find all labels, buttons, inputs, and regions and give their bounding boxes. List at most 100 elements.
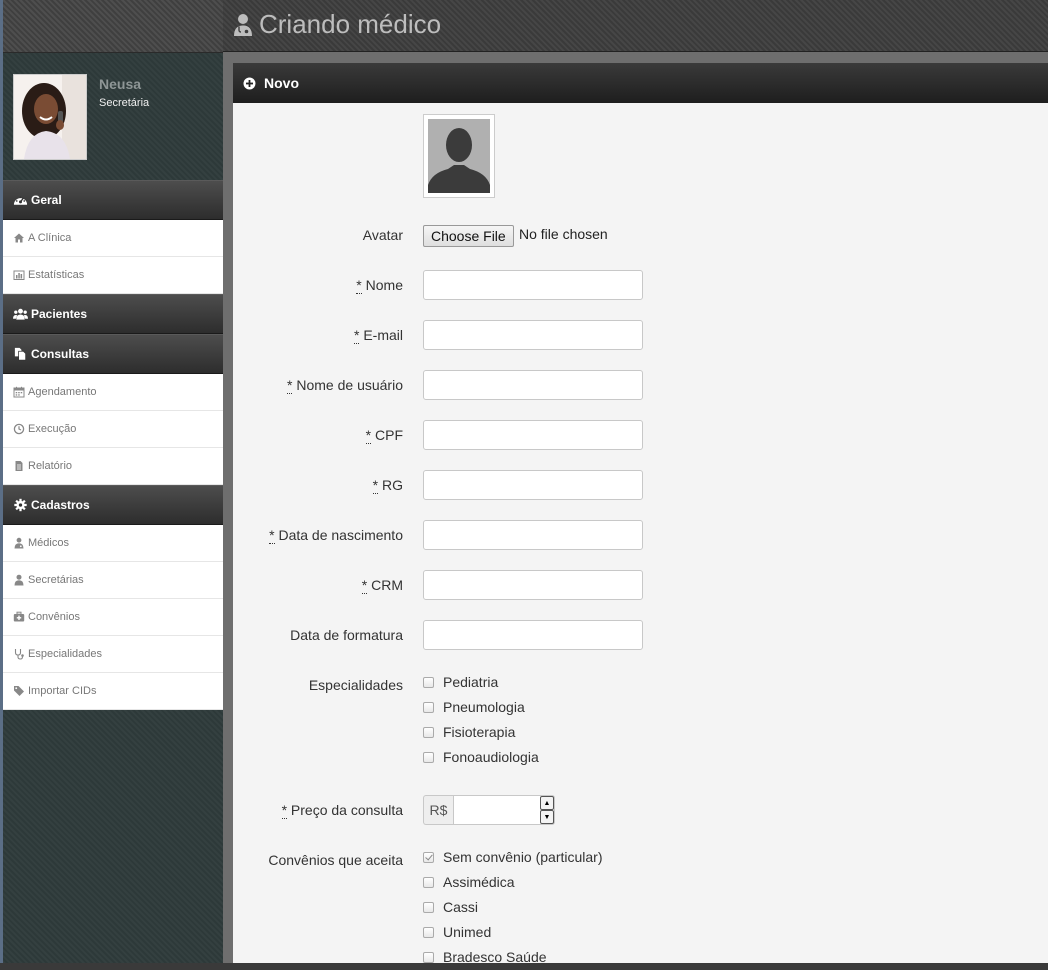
required-mark: * bbox=[353, 327, 360, 344]
field-label: * RG bbox=[372, 470, 403, 500]
field-label: * CPF bbox=[365, 420, 403, 450]
choose-file-button[interactable]: Choose File bbox=[423, 225, 514, 247]
checkbox[interactable] bbox=[423, 902, 434, 913]
checkbox[interactable] bbox=[423, 677, 434, 688]
nav-item-execucao[interactable]: Execução bbox=[3, 411, 223, 448]
nav-item-especialidades[interactable]: Especialidades bbox=[3, 636, 223, 673]
nav-item-estatisticas[interactable]: Estatísticas bbox=[3, 257, 223, 294]
email-input[interactable] bbox=[423, 320, 643, 350]
crm-input[interactable] bbox=[423, 570, 643, 600]
nav-item-medicos[interactable]: Médicos bbox=[3, 525, 223, 562]
especialidades-label: Especialidades bbox=[308, 677, 403, 693]
required-mark: * bbox=[281, 802, 288, 819]
panel-header: Novo bbox=[233, 63, 1048, 103]
field-label: * Nome bbox=[356, 270, 403, 300]
nav-item-label: Médicos bbox=[28, 536, 69, 549]
checkbox-bradesco-saude[interactable]: Bradesco Saúde bbox=[423, 945, 603, 970]
checkbox-cassi[interactable]: Cassi bbox=[423, 895, 603, 920]
convenios-group: Convênios que aceita Sem convênio (parti… bbox=[233, 848, 1048, 968]
sidebar-top-bar bbox=[3, 0, 223, 53]
field-label-text: CPF bbox=[375, 427, 403, 443]
page-header: Criando médico bbox=[223, 0, 1048, 52]
nav-item-a-clinica[interactable]: A Clínica bbox=[3, 220, 223, 257]
avatar-preview bbox=[423, 114, 495, 198]
checkbox[interactable] bbox=[423, 727, 434, 738]
checkbox-checked[interactable] bbox=[423, 852, 434, 863]
checkbox-label: Fonoaudiologia bbox=[443, 749, 539, 765]
doctor-form: Avatar Choose File No file chosen * Nome… bbox=[233, 103, 1048, 965]
spin-down-icon[interactable]: ▼ bbox=[540, 810, 554, 824]
section-cadastros-label: Cadastros bbox=[31, 498, 90, 512]
copy-icon bbox=[14, 347, 27, 361]
plus-circle-icon bbox=[243, 77, 256, 89]
section-consultas[interactable]: Consultas bbox=[3, 334, 223, 374]
field-rg: * RG bbox=[233, 470, 1048, 500]
checkbox-assimedica[interactable]: Assimédica bbox=[423, 870, 603, 895]
nav-item-label: Estatísticas bbox=[28, 268, 85, 281]
section-pacientes-label: Pacientes bbox=[31, 307, 88, 321]
nav-item-label: Agendamento bbox=[28, 385, 97, 398]
dashboard-icon bbox=[13, 196, 28, 205]
checkbox[interactable] bbox=[423, 702, 434, 713]
nav-item-label: Secretárias bbox=[28, 573, 84, 586]
field-label-text: Nome bbox=[365, 277, 403, 293]
nav-item-label: Relatório bbox=[28, 459, 73, 472]
checkbox-label: Bradesco Saúde bbox=[443, 949, 547, 965]
especialidades-group: Especialidades Pediatria Pneumologia Fis… bbox=[233, 673, 1048, 773]
spin-up-icon[interactable]: ▲ bbox=[540, 796, 554, 810]
checkbox[interactable] bbox=[423, 877, 434, 888]
checkbox-sem-convenio[interactable]: Sem convênio (particular) bbox=[423, 845, 603, 870]
graduation-date-input[interactable] bbox=[423, 620, 643, 650]
checkbox-unimed[interactable]: Unimed bbox=[423, 920, 603, 945]
nav-item-label: Especialidades bbox=[28, 647, 102, 660]
required-mark: * bbox=[269, 527, 275, 544]
field-label: * Preço da consulta bbox=[281, 795, 403, 825]
section-geral[interactable]: Geral bbox=[3, 180, 223, 220]
rg-input[interactable] bbox=[423, 470, 643, 500]
section-pacientes[interactable]: Pacientes bbox=[3, 294, 223, 334]
required-mark: * bbox=[361, 577, 368, 594]
field-label: * Data de nascimento bbox=[269, 520, 403, 550]
avatar-label: Avatar bbox=[362, 227, 403, 243]
required-mark: * bbox=[287, 377, 293, 394]
checkbox-pediatria[interactable]: Pediatria bbox=[423, 670, 539, 695]
user-name: Neusa bbox=[99, 76, 142, 92]
checkbox-fisioterapia[interactable]: Fisioterapia bbox=[423, 720, 539, 745]
price-input[interactable]: ▲ ▼ bbox=[453, 795, 555, 825]
number-spinner[interactable]: ▲ ▼ bbox=[540, 796, 554, 824]
section-cadastros[interactable]: Cadastros bbox=[3, 485, 223, 525]
nav-item-secretarias[interactable]: Secretárias bbox=[3, 562, 223, 599]
field-email: * E-mail bbox=[233, 320, 1048, 350]
nav-item-importar-cids[interactable]: Importar CIDs bbox=[3, 673, 223, 710]
user-avatar[interactable] bbox=[13, 74, 87, 160]
birthdate-input[interactable] bbox=[423, 520, 643, 550]
bar-chart-icon bbox=[13, 270, 25, 280]
user-md-icon bbox=[14, 537, 24, 549]
checkbox[interactable] bbox=[423, 952, 434, 963]
checkbox[interactable] bbox=[423, 927, 434, 938]
checkbox-label: Sem convênio (particular) bbox=[443, 849, 603, 865]
user-profile: Neusa Secretária bbox=[3, 53, 223, 180]
medkit-icon bbox=[13, 611, 25, 622]
field-data-formatura: Data de formatura bbox=[233, 620, 1048, 650]
checkbox[interactable] bbox=[423, 752, 434, 763]
checkbox-pneumologia[interactable]: Pneumologia bbox=[423, 695, 539, 720]
page-title-text: Criando médico bbox=[259, 9, 442, 39]
checkbox-label: Pneumologia bbox=[443, 699, 525, 715]
checkbox-label: Assimédica bbox=[443, 874, 515, 890]
nome-input[interactable] bbox=[423, 270, 643, 300]
user-icon bbox=[14, 574, 24, 586]
required-mark: * bbox=[356, 277, 362, 294]
tags-icon bbox=[14, 686, 24, 696]
nav-item-relatorio[interactable]: Relatório bbox=[3, 448, 223, 485]
checkbox-label: Unimed bbox=[443, 924, 492, 940]
user-md-icon bbox=[234, 13, 252, 36]
nav-item-agendamento[interactable]: Agendamento bbox=[3, 374, 223, 411]
checkbox-fonoaudiologia[interactable]: Fonoaudiologia bbox=[423, 745, 539, 770]
calendar-icon bbox=[13, 386, 25, 398]
clock-icon bbox=[13, 423, 25, 435]
cpf-input[interactable] bbox=[423, 420, 643, 450]
nav-item-convenios[interactable]: Convênios bbox=[3, 599, 223, 636]
nav-item-label: Importar CIDs bbox=[28, 684, 97, 697]
username-input[interactable] bbox=[423, 370, 643, 400]
